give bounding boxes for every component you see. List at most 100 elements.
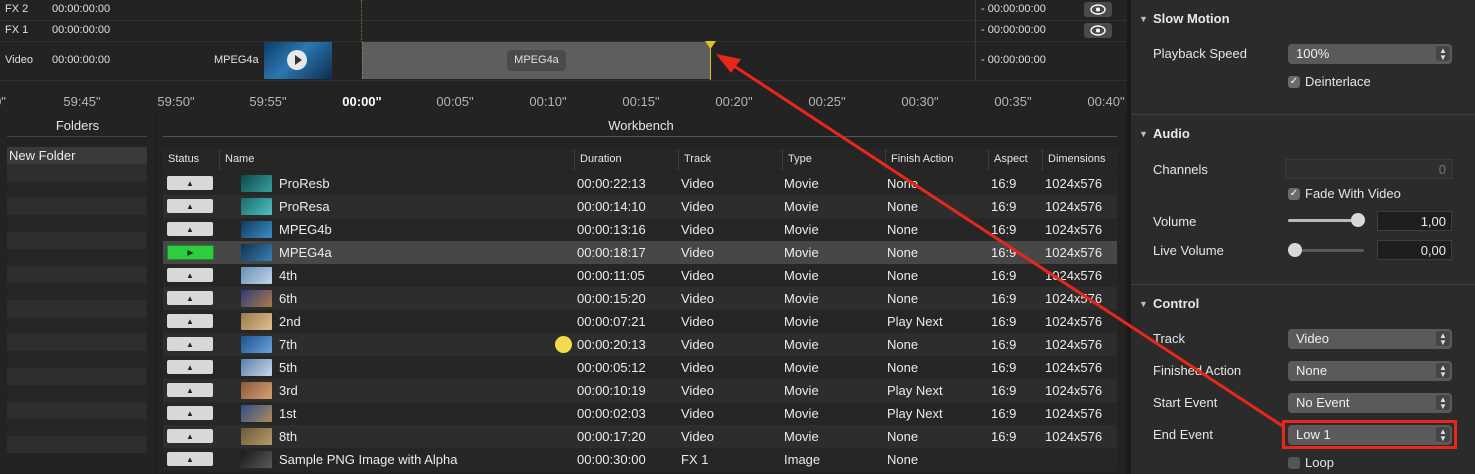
chevron-updown-icon: ▲ ▼ [1436, 395, 1450, 411]
cell-duration: 00:00:15:20 [577, 291, 646, 306]
status-button[interactable]: ▲ [167, 383, 213, 397]
track-remaining: - 00:00:00:00 [981, 24, 1046, 36]
eye-icon[interactable] [1084, 23, 1112, 38]
cell-duration: 00:00:11:05 [577, 268, 645, 283]
clip-thumbnail[interactable] [264, 42, 332, 79]
cell-finish: None [887, 452, 919, 467]
table-row[interactable]: ▲ 1st 00:00:02:03 Video Movie Play Next 16:9 10… [163, 402, 1117, 425]
cell-track: Video [681, 199, 715, 214]
status-play-button[interactable]: ▶ [167, 245, 214, 260]
table-row[interactable]: ▲ ProResb 00:00:22:13 Video Movie None 16:9 102… [163, 172, 1117, 195]
cell-track: Video [681, 337, 715, 352]
status-button[interactable]: ▲ [167, 199, 213, 213]
table-row[interactable]: ▲ 7th 00:00:20:13 Video Movie None 16:9 1024x57… [163, 333, 1117, 356]
table-row[interactable]: ▶ MPEG4a 00:00:18:17 Video Movie None 16:9 1024… [163, 241, 1117, 264]
track-row-video: Video 00:00:00:00 MPEG4a MPEG4a - 00:00:… [0, 42, 1127, 81]
cell-type: Movie [784, 337, 819, 352]
start-event-value: No Event [1296, 395, 1350, 410]
folder-row-stripe [7, 232, 147, 249]
panel-divider[interactable] [1127, 0, 1131, 474]
folder-row-stripe [7, 436, 147, 453]
time-ruler[interactable]: 0" 59:45" 59:50" 59:55" 00:00" 00:05" 00… [0, 86, 1127, 114]
live-volume-slider-knob[interactable] [1288, 243, 1302, 257]
table-row[interactable]: ▲ Sample PNG Image with Alpha 00:00:30:00 F… [163, 448, 1117, 471]
section-title-slow-motion: Slow Motion [1153, 11, 1230, 26]
table-row[interactable]: ▲ 5th 00:00:05:12 Video Movie None 16:9 1024x57… [163, 356, 1117, 379]
table-row[interactable]: ▲ MPEG4b 00:00:13:16 Video Movie None 16:9 1024… [163, 218, 1117, 241]
table-row[interactable]: ▲ 6th 00:00:15:20 Video Movie None 16:9 1024x57… [163, 287, 1117, 310]
eye-icon[interactable] [1084, 2, 1112, 17]
col-header-duration[interactable]: Duration [575, 149, 679, 171]
status-button[interactable]: ▲ [167, 291, 213, 305]
table-row[interactable]: ▲ ProResa 00:00:14:10 Video Movie None 16:9 102… [163, 195, 1117, 218]
status-button[interactable]: ▲ [167, 176, 213, 190]
col-header-track[interactable]: Track [679, 149, 783, 171]
disclosure-triangle-icon[interactable]: ▼ [1139, 14, 1148, 24]
table-row[interactable]: ▲ 2nd 00:00:07:21 Video Movie Play Next 16:9 10… [163, 310, 1117, 333]
cell-name: MPEG4b [279, 222, 332, 237]
cell-finish: None [887, 429, 919, 444]
table-row[interactable]: ▲ 3rd 00:00:10:19 Video Movie Play Next 16:9 10… [163, 379, 1117, 402]
cell-aspect: 16:9 [991, 268, 1017, 283]
cell-aspect: 16:9 [991, 360, 1017, 375]
end-event-label: End Event [1153, 427, 1213, 442]
cell-duration: 00:00:13:16 [577, 222, 646, 237]
channels-field[interactable]: 0 [1285, 159, 1453, 179]
finished-action-select[interactable]: None ▲ ▼ [1288, 361, 1452, 381]
table-row[interactable]: ▲ 8th 00:00:17:20 Video Movie None 16:9 1024x57… [163, 425, 1117, 448]
cell-finish: Play Next [887, 314, 943, 329]
ruler-tick: 59:55" [249, 94, 287, 109]
folder-row-stripe [7, 402, 147, 419]
cell-aspect: 16:9 [991, 245, 1017, 260]
table-row[interactable]: ▲ 4th 00:00:11:05 Video Movie None 16:9 1024x57… [163, 264, 1117, 287]
cell-duration: 00:00:22:13 [577, 176, 646, 191]
disclosure-triangle-icon[interactable]: ▼ [1139, 129, 1148, 139]
cell-type: Movie [784, 176, 819, 191]
deinterlace-label: Deinterlace [1305, 74, 1371, 89]
fade-with-video-checkbox[interactable]: ✓ [1288, 188, 1300, 200]
cell-finish: None [887, 199, 919, 214]
ruler-tick: 00:25" [808, 94, 846, 109]
playback-speed-select[interactable]: 100% ▲ ▼ [1288, 44, 1452, 64]
current-clip[interactable]: MPEG4a [362, 42, 711, 79]
live-volume-field[interactable]: 0,00 [1377, 240, 1452, 260]
volume-field[interactable]: 1,00 [1377, 211, 1452, 231]
cell-aspect: 16:9 [991, 429, 1017, 444]
cell-track: Video [681, 291, 715, 306]
cell-aspect: 16:9 [991, 314, 1017, 329]
status-button[interactable]: ▲ [167, 337, 213, 351]
live-volume-label: Live Volume [1153, 243, 1224, 258]
play-icon[interactable] [287, 50, 307, 70]
cell-dims: 1024x576 [1045, 199, 1103, 214]
cell-track: Video [681, 222, 715, 237]
col-header-aspect[interactable]: Aspect [989, 149, 1043, 171]
loop-checkbox[interactable] [1288, 457, 1300, 469]
col-header-type[interactable]: Type [783, 149, 886, 171]
cell-duration: 00:00:02:03 [577, 406, 646, 421]
playhead-marker-icon[interactable] [705, 41, 716, 50]
cell-name: 7th [279, 337, 298, 352]
folder-item[interactable]: New Folder [7, 147, 147, 164]
status-button[interactable]: ▲ [167, 429, 213, 443]
status-button[interactable]: ▲ [167, 314, 213, 328]
col-header-name[interactable]: Name [220, 149, 575, 171]
col-header-dimensions[interactable]: Dimensions [1043, 149, 1117, 171]
status-button[interactable]: ▲ [167, 222, 213, 236]
status-button[interactable]: ▲ [167, 406, 213, 420]
start-event-select[interactable]: No Event ▲ ▼ [1288, 393, 1452, 413]
cell-dims: 1024x576 [1045, 406, 1103, 421]
cell-finish: None [887, 360, 919, 375]
status-button[interactable]: ▲ [167, 268, 213, 282]
track-row-fx1: FX 1 00:00:00:00 - 00:00:00:00 [0, 21, 1127, 42]
cell-aspect: 16:9 [991, 176, 1017, 191]
status-button[interactable]: ▲ [167, 360, 213, 374]
disclosure-triangle-icon[interactable]: ▼ [1139, 299, 1148, 309]
deinterlace-checkbox[interactable]: ✓ [1288, 76, 1300, 88]
section-separator [1131, 284, 1475, 285]
volume-slider-knob[interactable] [1351, 213, 1365, 227]
col-header-status[interactable]: Status [163, 149, 220, 171]
col-header-finish-action[interactable]: Finish Action [886, 149, 989, 171]
cell-name: 2nd [279, 314, 301, 329]
track-select[interactable]: Video ▲ ▼ [1288, 329, 1452, 349]
status-button[interactable]: ▲ [167, 452, 213, 466]
